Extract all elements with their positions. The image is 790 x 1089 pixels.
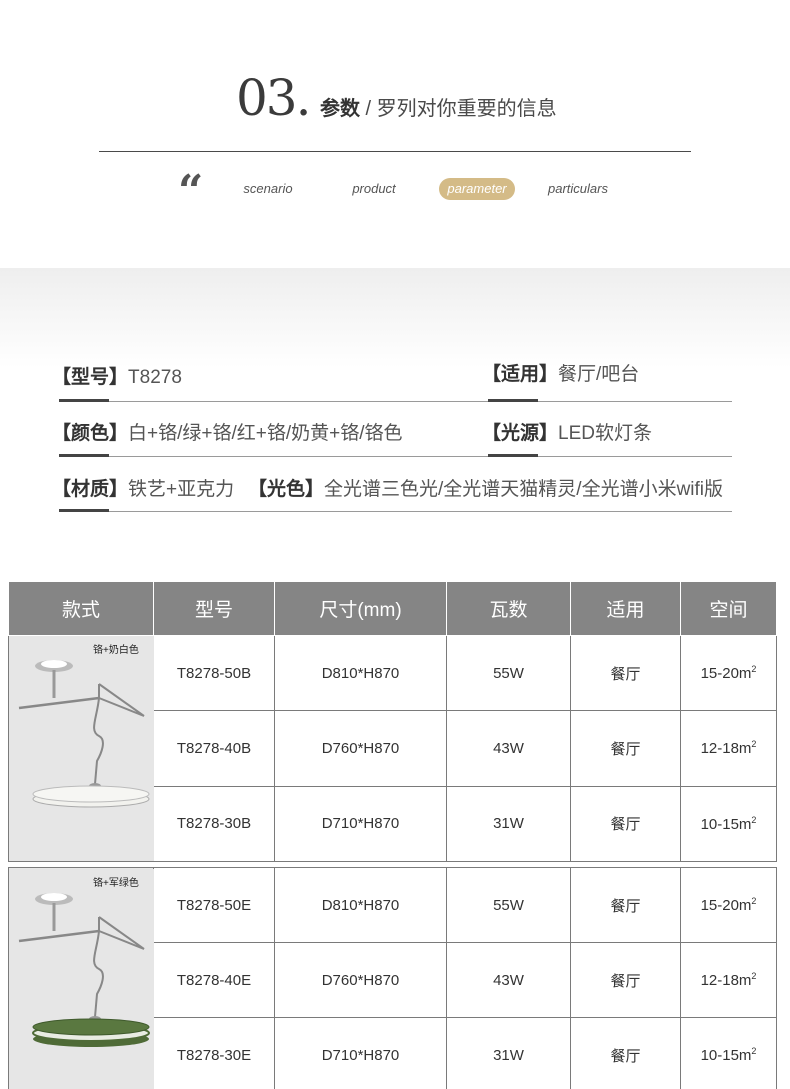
header-watt: 瓦数	[446, 581, 571, 636]
cell-space: 10-15m2	[680, 1017, 777, 1089]
spec-material: 【材质】铁艺+亚克力	[52, 474, 234, 501]
cell-watt: 55W	[446, 634, 571, 712]
cell-watt: 43W	[446, 710, 571, 787]
cell-watt: 55W	[446, 867, 571, 943]
section-header: 03. 参数 / 罗列对你重要的信息 “ scenario product pa…	[0, 0, 790, 268]
spec-divider-mark	[488, 399, 538, 402]
cell-size: D760*H870	[274, 710, 447, 787]
spec-light-value: 全光谱三色光/全光谱天猫精灵/全光谱小米wifi版	[324, 479, 724, 500]
cell-size: D810*H870	[274, 867, 447, 943]
spec-light-key: 【光色】	[248, 479, 325, 500]
spec-color-value: 白+铬/绿+铬/红+铬/奶黄+铬/铬色	[128, 423, 403, 444]
header-space: 空间	[680, 581, 777, 636]
table-row: 铬+奶白色 T8278-50B D810*H870 55W 餐厅 15-20m2	[8, 634, 777, 862]
spec-source-value: LED软灯条	[558, 423, 652, 444]
spec-divider-mark	[59, 454, 109, 457]
cell-space: 12-18m2	[680, 942, 777, 1018]
space-value: 12-18m	[700, 740, 752, 758]
cell-watt: 31W	[446, 1017, 571, 1089]
space-value: 12-18m	[700, 972, 752, 989]
lamp-image-green: 铬+军绿色	[9, 869, 154, 1089]
section-title: 参数 / 罗列对你重要的信息	[320, 92, 557, 121]
cell-model: T8278-30E	[153, 1017, 275, 1089]
spec-divider-mark	[488, 454, 538, 457]
style-label: 铬+军绿色	[93, 876, 139, 889]
space-unit-sup: 2	[751, 971, 757, 981]
nav-tab-particulars[interactable]: particulars	[540, 178, 616, 200]
cell-size: D710*H870	[274, 785, 447, 863]
cell-use: 餐厅	[570, 867, 681, 943]
section-title-bold: 参数	[320, 98, 360, 120]
table-header-row: 款式 型号 尺寸(mm) 瓦数 适用 空间	[8, 581, 777, 636]
cell-watt: 43W	[446, 942, 571, 1018]
style-image-cell: 铬+军绿色	[8, 867, 154, 1089]
cell-model: T8278-50B	[153, 634, 275, 712]
spec-usage-key: 【适用】	[482, 364, 559, 385]
spec-divider-mark	[59, 509, 109, 512]
spec-source: 【光源】LED软灯条	[482, 418, 652, 445]
space-unit-sup: 2	[751, 814, 757, 825]
space-unit-sup: 2	[751, 664, 757, 675]
quote-icon: “	[178, 166, 204, 217]
section-divider	[99, 151, 691, 152]
cell-watt: 31W	[446, 785, 571, 863]
table-row: 铬+军绿色 T8278-50E D810*H870 55W 餐厅 15-20m2	[8, 867, 777, 1089]
cell-size: D710*H870	[274, 1017, 447, 1089]
cell-size: D810*H870	[274, 634, 447, 712]
cell-use: 餐厅	[570, 1017, 681, 1089]
parameter-table: 款式 型号 尺寸(mm) 瓦数 适用 空间 铬+奶白色 T8278-50B D8…	[8, 581, 777, 1089]
spec-divider	[59, 511, 732, 512]
cell-use: 餐厅	[570, 942, 681, 1018]
section-title-rest: / 罗列对你重要的信息	[360, 98, 557, 120]
space-value: 10-15m	[700, 815, 752, 833]
spec-usage-value: 餐厅/吧台	[558, 364, 640, 385]
spec-model-key: 【型号】	[52, 367, 129, 388]
spec-color-key: 【颜色】	[52, 423, 129, 444]
spec-usage: 【适用】餐厅/吧台	[482, 359, 639, 386]
cell-use: 餐厅	[570, 710, 681, 787]
space-value: 10-15m	[700, 1047, 752, 1064]
spec-color: 【颜色】白+铬/绿+铬/红+铬/奶黄+铬/铬色	[52, 418, 403, 445]
spec-model-value: T8278	[128, 367, 182, 388]
spec-model: 【型号】T8278	[52, 362, 182, 389]
cell-space: 12-18m2	[680, 710, 777, 787]
cell-model: T8278-40E	[153, 942, 275, 1018]
spec-divider-mark	[59, 399, 109, 402]
spec-material-value: 铁艺+亚克力	[128, 479, 235, 500]
nav-tab-scenario[interactable]: scenario	[232, 178, 304, 200]
space-unit-sup: 2	[751, 739, 757, 750]
spec-divider	[59, 401, 732, 402]
spec-source-key: 【光源】	[482, 423, 559, 444]
cell-model: T8278-50E	[153, 867, 275, 943]
space-unit-sup: 2	[751, 896, 757, 906]
nav-tab-product[interactable]: product	[338, 178, 410, 200]
cell-model: T8278-40B	[153, 710, 275, 787]
cell-use: 餐厅	[570, 634, 681, 712]
style-label: 铬+奶白色	[93, 643, 139, 656]
header-style: 款式	[8, 581, 154, 636]
cell-space: 15-20m2	[680, 867, 777, 943]
nav-tab-parameter[interactable]: parameter	[439, 178, 515, 200]
spec-material-key: 【材质】	[52, 479, 129, 500]
space-value: 15-20m	[700, 897, 752, 914]
section-number: 03.	[236, 69, 312, 127]
spec-light: 【光色】全光谱三色光/全光谱天猫精灵/全光谱小米wifi版	[248, 474, 723, 501]
cell-model: T8278-30B	[153, 785, 275, 863]
style-image-cell: 铬+奶白色	[8, 635, 154, 862]
header-model: 型号	[153, 581, 275, 636]
space-unit-sup: 2	[751, 1046, 757, 1056]
header-use: 适用	[570, 581, 681, 636]
cell-space: 10-15m2	[680, 785, 777, 863]
cell-use: 餐厅	[570, 785, 681, 863]
space-value: 15-20m	[700, 665, 752, 683]
gradient-band	[0, 268, 790, 368]
spec-divider	[59, 456, 732, 457]
header-size: 尺寸(mm)	[274, 581, 447, 636]
cell-space: 15-20m2	[680, 634, 777, 712]
lamp-image-white: 铬+奶白色	[9, 636, 154, 861]
cell-size: D760*H870	[274, 942, 447, 1018]
